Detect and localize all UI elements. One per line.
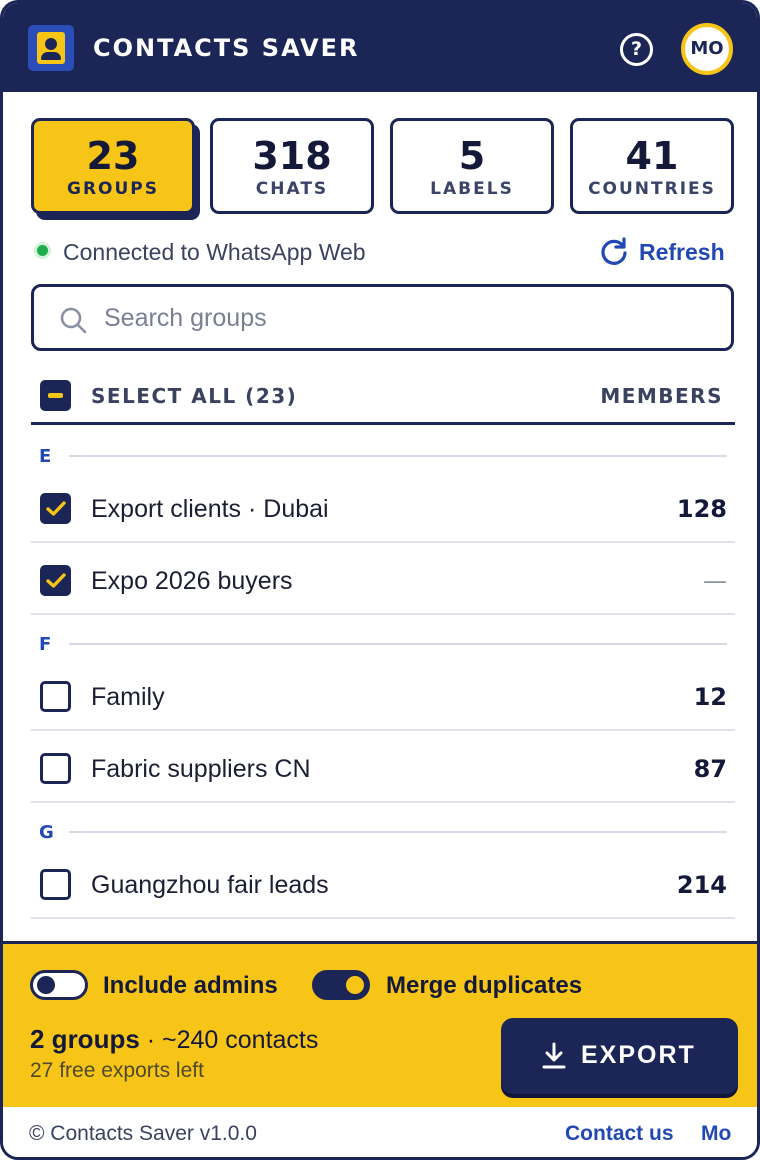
download-icon <box>542 1042 566 1069</box>
group-name: Fabric suppliers CN <box>91 755 311 783</box>
members-column-header: MEMBERS <box>600 384 723 408</box>
contacts-saver-panel: CONTACTS SAVER ? MO 23 GROUPS 318 CHATS … <box>0 0 760 1160</box>
footer: © Contacts Saver v1.0.0 Contact us Mo <box>3 1107 757 1157</box>
tab-chats[interactable]: 318 CHATS <box>210 118 374 214</box>
check-icon <box>46 501 66 516</box>
search-input[interactable] <box>104 299 704 337</box>
refresh-icon <box>601 237 627 265</box>
group-checkbox[interactable] <box>40 681 71 712</box>
group-checkbox[interactable] <box>40 565 71 596</box>
select-all-label[interactable]: SELECT ALL (23) <box>91 383 297 409</box>
app-title: CONTACTS SAVER <box>93 34 360 62</box>
export-panel: Include admins Merge duplicates 2 groups… <box>3 941 757 1107</box>
tab-labels[interactable]: 5 LABELS <box>390 118 554 214</box>
member-count: 87 <box>693 755 727 783</box>
section-letter: E <box>39 446 52 467</box>
search-icon <box>60 307 87 334</box>
group-checkbox[interactable] <box>40 753 71 784</box>
include-admins-label: Include admins <box>103 972 278 999</box>
export-label: EXPORT <box>581 1041 696 1069</box>
connection-status: Connected to WhatsApp Web <box>63 239 366 265</box>
free-exports-remaining: 27 free exports left <box>30 1059 204 1082</box>
section-header-f: F <box>31 632 735 660</box>
selection-summary: 2 groups · ~240 contacts <box>30 1024 318 1055</box>
group-name: Guangzhou fair leads <box>91 871 329 899</box>
member-count: — <box>703 567 727 595</box>
stat-value: 41 <box>625 134 679 178</box>
divider <box>31 422 735 425</box>
copyright-text: © Contacts Saver v1.0.0 <box>29 1122 257 1145</box>
stat-value: 318 <box>252 134 332 178</box>
help-icon[interactable]: ? <box>620 33 653 66</box>
stat-label: LABELS <box>430 179 514 199</box>
group-name: Expo 2026 buyers <box>91 567 293 595</box>
refresh-button[interactable]: Refresh <box>599 235 733 269</box>
stat-label: GROUPS <box>66 179 159 199</box>
group-row[interactable]: Fabric suppliers CN 87 <box>31 733 735 803</box>
member-count: 214 <box>676 871 727 899</box>
stat-value: 23 <box>86 134 140 178</box>
group-name: Export clients · Dubai <box>91 495 329 523</box>
refresh-label: Refresh <box>639 239 725 265</box>
stat-value: 5 <box>458 134 486 178</box>
check-icon <box>46 573 66 588</box>
app-header: CONTACTS SAVER ? MO <box>3 3 757 92</box>
group-row[interactable]: Guangzhou fair leads 214 <box>31 849 735 919</box>
search-box <box>31 284 734 351</box>
section-letter: G <box>39 822 54 843</box>
tab-countries[interactable]: 41 COUNTRIES <box>570 118 734 214</box>
member-count: 128 <box>676 495 727 523</box>
group-checkbox[interactable] <box>40 869 71 900</box>
online-status-icon <box>34 242 51 259</box>
user-link[interactable]: Mo <box>701 1121 731 1147</box>
selected-contacts-count: · ~240 contacts <box>139 1026 319 1054</box>
avatar[interactable]: MO <box>681 23 733 75</box>
group-name: Family <box>91 683 165 711</box>
section-letter: F <box>39 634 52 655</box>
minus-icon <box>48 393 63 398</box>
section-header-g: G <box>31 820 735 848</box>
group-row[interactable]: Export clients · Dubai 128 <box>31 473 735 543</box>
merge-duplicates-label: Merge duplicates <box>386 972 583 999</box>
stat-label: COUNTRIES <box>588 179 716 199</box>
select-all-checkbox[interactable] <box>40 380 71 411</box>
stat-label: CHATS <box>255 179 329 199</box>
include-admins-toggle[interactable] <box>30 970 88 1000</box>
contact-us-link[interactable]: Contact us <box>565 1121 674 1147</box>
group-row[interactable]: Expo 2026 buyers — <box>31 545 735 615</box>
contacts-logo-icon <box>28 25 74 71</box>
tab-groups[interactable]: 23 GROUPS <box>31 118 195 214</box>
export-button[interactable]: EXPORT <box>501 1018 738 1094</box>
member-count: 12 <box>693 683 727 711</box>
selected-groups-count: 2 groups <box>30 1024 140 1054</box>
merge-duplicates-toggle[interactable] <box>312 970 370 1000</box>
group-row[interactable]: Family 12 <box>31 661 735 731</box>
section-header-e: E <box>31 444 735 472</box>
group-checkbox[interactable] <box>40 493 71 524</box>
